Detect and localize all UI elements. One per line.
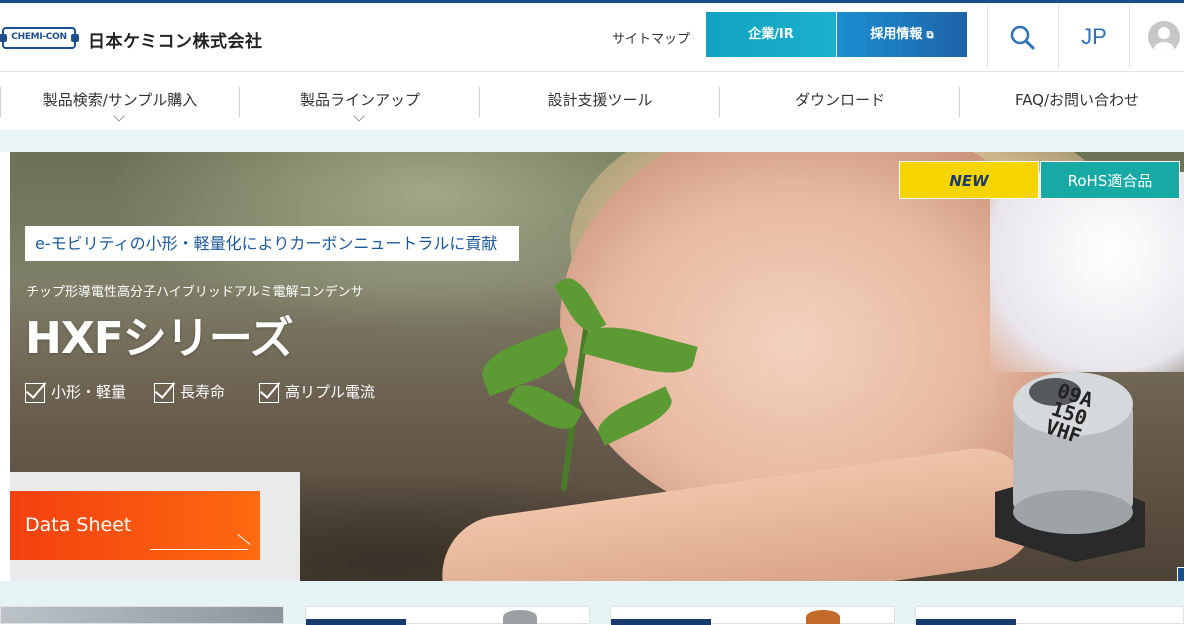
nav-item-label: FAQ/お問い合わせ	[1014, 91, 1140, 109]
logo-text: CHEMI-CON	[11, 32, 67, 42]
search-icon	[1010, 25, 1035, 50]
nav-item-faq-contact[interactable]: FAQ/お問い合わせ	[960, 72, 1184, 130]
hero-series-title: HXFシリーズ	[25, 313, 294, 364]
recruit-label: 採用情報	[870, 27, 923, 42]
feature-label: 小形・軽量	[51, 383, 127, 401]
hero-photo-shirt	[990, 172, 1184, 372]
datasheet-label: Data Sheet	[25, 514, 132, 536]
new-badge: NEW	[899, 161, 1039, 199]
nav-item-design-tools[interactable]: 設計支援ツール	[480, 72, 720, 130]
feature-item: 長寿命	[154, 380, 225, 404]
rohs-badge: RoHS適合品	[1040, 161, 1180, 199]
feature-item: 高リプル電流	[259, 380, 375, 404]
nav-item-product-search[interactable]: 製品検索/サンプル購入	[0, 72, 240, 130]
search-button[interactable]	[988, 6, 1058, 68]
user-silhouette-icon	[1154, 27, 1174, 53]
arrow-line-icon	[150, 549, 248, 550]
chevron-down-icon	[353, 110, 365, 122]
nav-item-download[interactable]: ダウンロード	[720, 72, 960, 130]
nav-item-label: ダウンロード	[794, 91, 885, 109]
nav-item-label: 製品ラインアップ	[299, 91, 420, 109]
card-title-bar	[611, 619, 711, 625]
logo-badge: CHEMI-CON	[2, 27, 76, 49]
header-divider	[1129, 6, 1130, 68]
logo-ear-right	[71, 34, 79, 42]
company-name[interactable]: 日本ケミコン株式会社	[88, 27, 263, 52]
checkbox-check-icon	[25, 382, 45, 403]
card-product-image	[806, 610, 840, 624]
sitemap-link[interactable]: サイトマップ	[612, 28, 690, 47]
product-card[interactable]	[305, 606, 590, 625]
card-title-bar	[306, 619, 406, 625]
main-navigation: 製品検索/サンプル購入 製品ラインアップ 設計支援ツール ダウンロード FAQ/…	[0, 72, 1184, 130]
card-product-image	[503, 610, 537, 624]
logo-ear-left	[0, 34, 7, 42]
product-card[interactable]	[0, 606, 284, 624]
external-window-icon: ⧉	[926, 30, 934, 41]
arrow-tip-icon	[237, 533, 251, 546]
chevron-down-icon	[113, 110, 125, 122]
checkbox-check-icon	[259, 382, 279, 403]
nav-item-label: 設計支援ツール	[547, 91, 653, 109]
card-title-bar	[916, 619, 1016, 625]
feature-item: 小形・軽量	[25, 380, 126, 404]
hero-tagline: e-モビリティの小形・軽量化によりカーボンニュートラルに貢献	[25, 226, 519, 261]
product-card[interactable]	[915, 606, 1184, 625]
checkbox-check-icon	[154, 382, 174, 403]
nav-item-product-lineup[interactable]: 製品ラインアップ	[240, 72, 480, 130]
nav-item-label: 製品検索/サンプル購入	[42, 91, 198, 109]
chemi-con-logo[interactable]: CHEMI-CON	[0, 23, 79, 53]
product-card[interactable]	[610, 606, 895, 625]
feature-label: 長寿命	[180, 383, 226, 401]
site-header: CHEMI-CON 日本ケミコン株式会社 サイトマップ 企業/IR 採用情報 ⧉ …	[0, 3, 1184, 72]
language-switch[interactable]: JP	[1059, 6, 1129, 68]
hero-subtitle: チップ形導電性高分子ハイブリッドアルミ電解コンデンサ	[26, 285, 364, 300]
feature-label: 高リプル電流	[285, 383, 376, 401]
datasheet-button[interactable]: Data Sheet	[10, 491, 260, 560]
recruit-button[interactable]: 採用情報 ⧉	[837, 12, 967, 57]
user-icon[interactable]	[1148, 21, 1180, 53]
nav-bottom-band	[0, 130, 1184, 152]
corporate-ir-button[interactable]: 企業/IR	[706, 12, 836, 57]
